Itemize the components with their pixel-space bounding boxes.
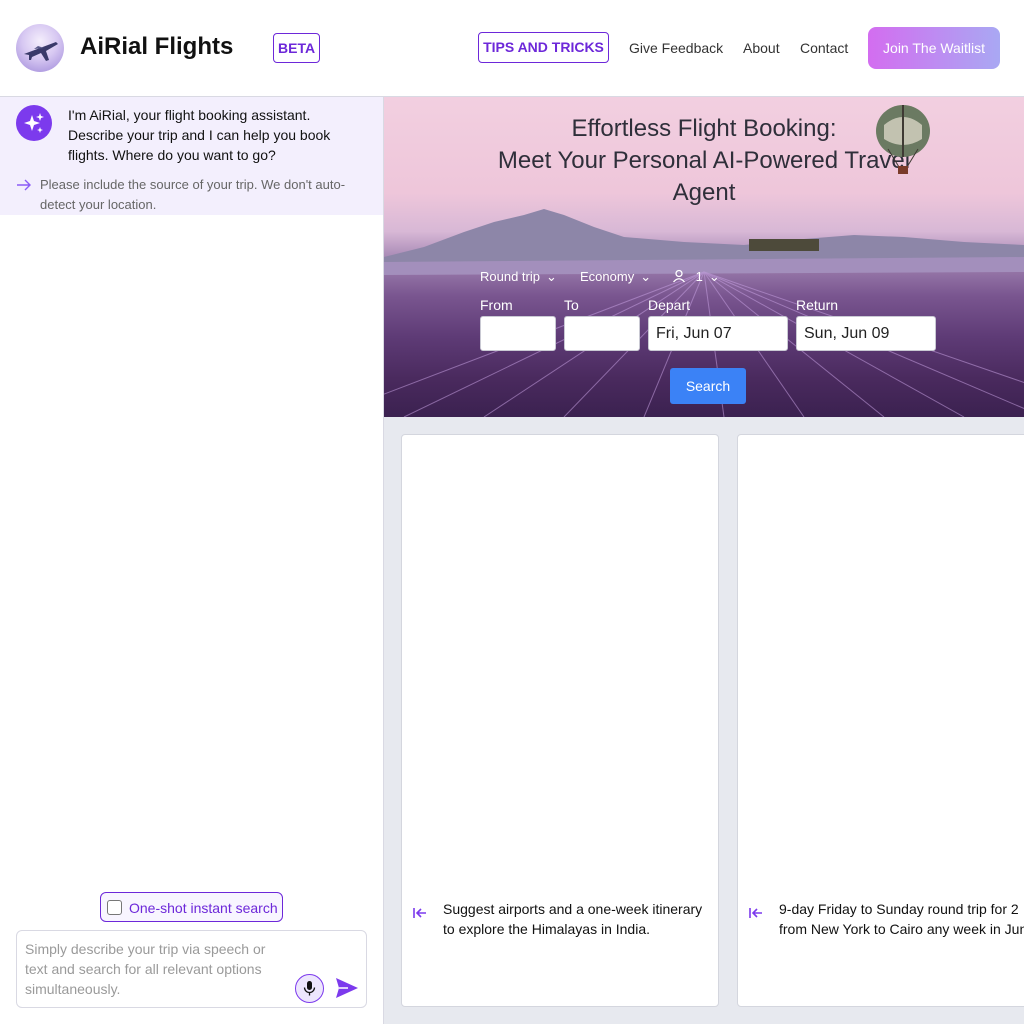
hero-search-panel: Effortless Flight Booking: Meet Your Per… [384, 97, 1024, 417]
person-icon [672, 269, 690, 284]
airplane-logo-icon[interactable] [16, 24, 64, 72]
from-input[interactable] [480, 316, 556, 351]
suggestion-text[interactable]: 9-day Friday to Sunday round trip for 2 f… [779, 899, 1024, 939]
chat-sidebar: I'm AiRial, your flight booking assistan… [0, 97, 384, 1024]
send-icon[interactable] [335, 977, 359, 999]
suggestion-text-line: from New York to Cairo any week in June [779, 921, 1024, 937]
join-waitlist-button[interactable]: Join The Waitlist [868, 27, 1000, 69]
one-shot-checkbox[interactable] [107, 900, 122, 915]
depart-label: Depart [648, 297, 691, 313]
to-label: To [564, 297, 579, 313]
microphone-icon[interactable] [295, 974, 324, 1003]
assistant-message: I'm AiRial, your flight booking assistan… [0, 97, 383, 215]
insert-left-icon[interactable] [412, 905, 428, 921]
tips-and-tricks-button[interactable]: TIPS AND TRICKS [478, 32, 609, 63]
nav-contact[interactable]: Contact [800, 40, 848, 56]
suggestion-text[interactable]: Suggest airports and a one-week itinerar… [443, 899, 713, 939]
one-shot-search-toggle[interactable]: One-shot instant search [100, 892, 283, 922]
to-input[interactable] [564, 316, 640, 351]
hot-air-balloon-image [876, 105, 930, 174]
depart-date-input[interactable]: Fri, Jun 07 [648, 316, 788, 351]
nav-give-feedback[interactable]: Give Feedback [629, 40, 723, 56]
suggestion-text-line: 9-day Friday to Sunday round trip for 2 [779, 901, 1019, 917]
cabin-class-select[interactable]: Economy ⌄ [580, 269, 651, 285]
hero-title-line-1: Effortless Flight Booking: [571, 115, 837, 142]
chevron-down-icon: ⌄ [545, 269, 557, 284]
hero-title-line-2: Meet Your Personal AI-Powered Travel [497, 147, 911, 174]
cabin-class-value: Economy [580, 269, 635, 284]
insert-left-icon[interactable] [748, 905, 764, 921]
passenger-count: 1 [695, 269, 703, 284]
chevron-down-icon: ⌄ [640, 269, 652, 284]
trip-type-value: Round trip [480, 269, 540, 284]
beta-badge: BETA [273, 33, 321, 63]
from-label: From [480, 297, 513, 313]
top-header: AiRial Flights BETA TIPS AND TRICKS Give… [0, 0, 1024, 97]
chevron-down-icon: ⌄ [708, 269, 720, 284]
trip-type-select[interactable]: Round trip ⌄ [480, 269, 557, 285]
return-label: Return [796, 297, 839, 313]
location-note: Please include the source of your trip. … [40, 177, 346, 212]
search-button[interactable]: Search [670, 368, 746, 404]
sparkles-icon [16, 105, 52, 141]
suggestion-card[interactable]: 9-day Friday to Sunday round trip for 2 f… [737, 434, 1024, 1007]
nav-about[interactable]: About [743, 40, 780, 56]
suggestion-card[interactable]: Suggest airports and a one-week itinerar… [401, 434, 719, 1007]
arrow-right-icon [17, 179, 31, 191]
one-shot-label[interactable]: One-shot instant search [129, 900, 278, 916]
assistant-message-text: I'm AiRial, your flight booking assistan… [68, 107, 331, 163]
hero-title: Effortless Flight Booking: Meet Your Per… [480, 113, 928, 209]
chat-input-placeholder: Simply describe your trip via speech or … [25, 941, 266, 997]
passenger-select[interactable]: 1 ⌄ [672, 269, 720, 285]
brand-name[interactable]: AiRial Flights [80, 33, 233, 61]
hero-title-line-3: Agent [672, 179, 736, 206]
chat-input[interactable]: Simply describe your trip via speech or … [16, 930, 367, 1008]
suggestions-area: Suggest airports and a one-week itinerar… [384, 417, 1024, 1024]
return-date-input[interactable]: Sun, Jun 09 [796, 316, 936, 351]
